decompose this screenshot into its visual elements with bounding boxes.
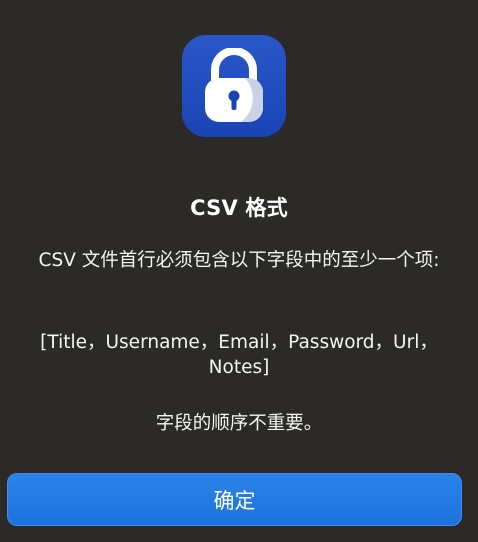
dialog-title: CSV 格式 (190, 196, 288, 220)
confirm-button[interactable]: 确定 (7, 473, 462, 526)
app-icon (182, 35, 286, 137)
csv-format-dialog: CSV 格式 CSV 文件首行必须包含以下字段中的至少一个项: [Title，U… (0, 0, 478, 542)
lock-icon (205, 48, 263, 122)
message-field-list: [Title，Username，Email，Password，Url，Notes… (40, 332, 438, 378)
message-order-note: 字段的顺序不重要。 (155, 413, 323, 434)
message-required-fields: CSV 文件首行必须包含以下字段中的至少一个项: (38, 250, 440, 271)
